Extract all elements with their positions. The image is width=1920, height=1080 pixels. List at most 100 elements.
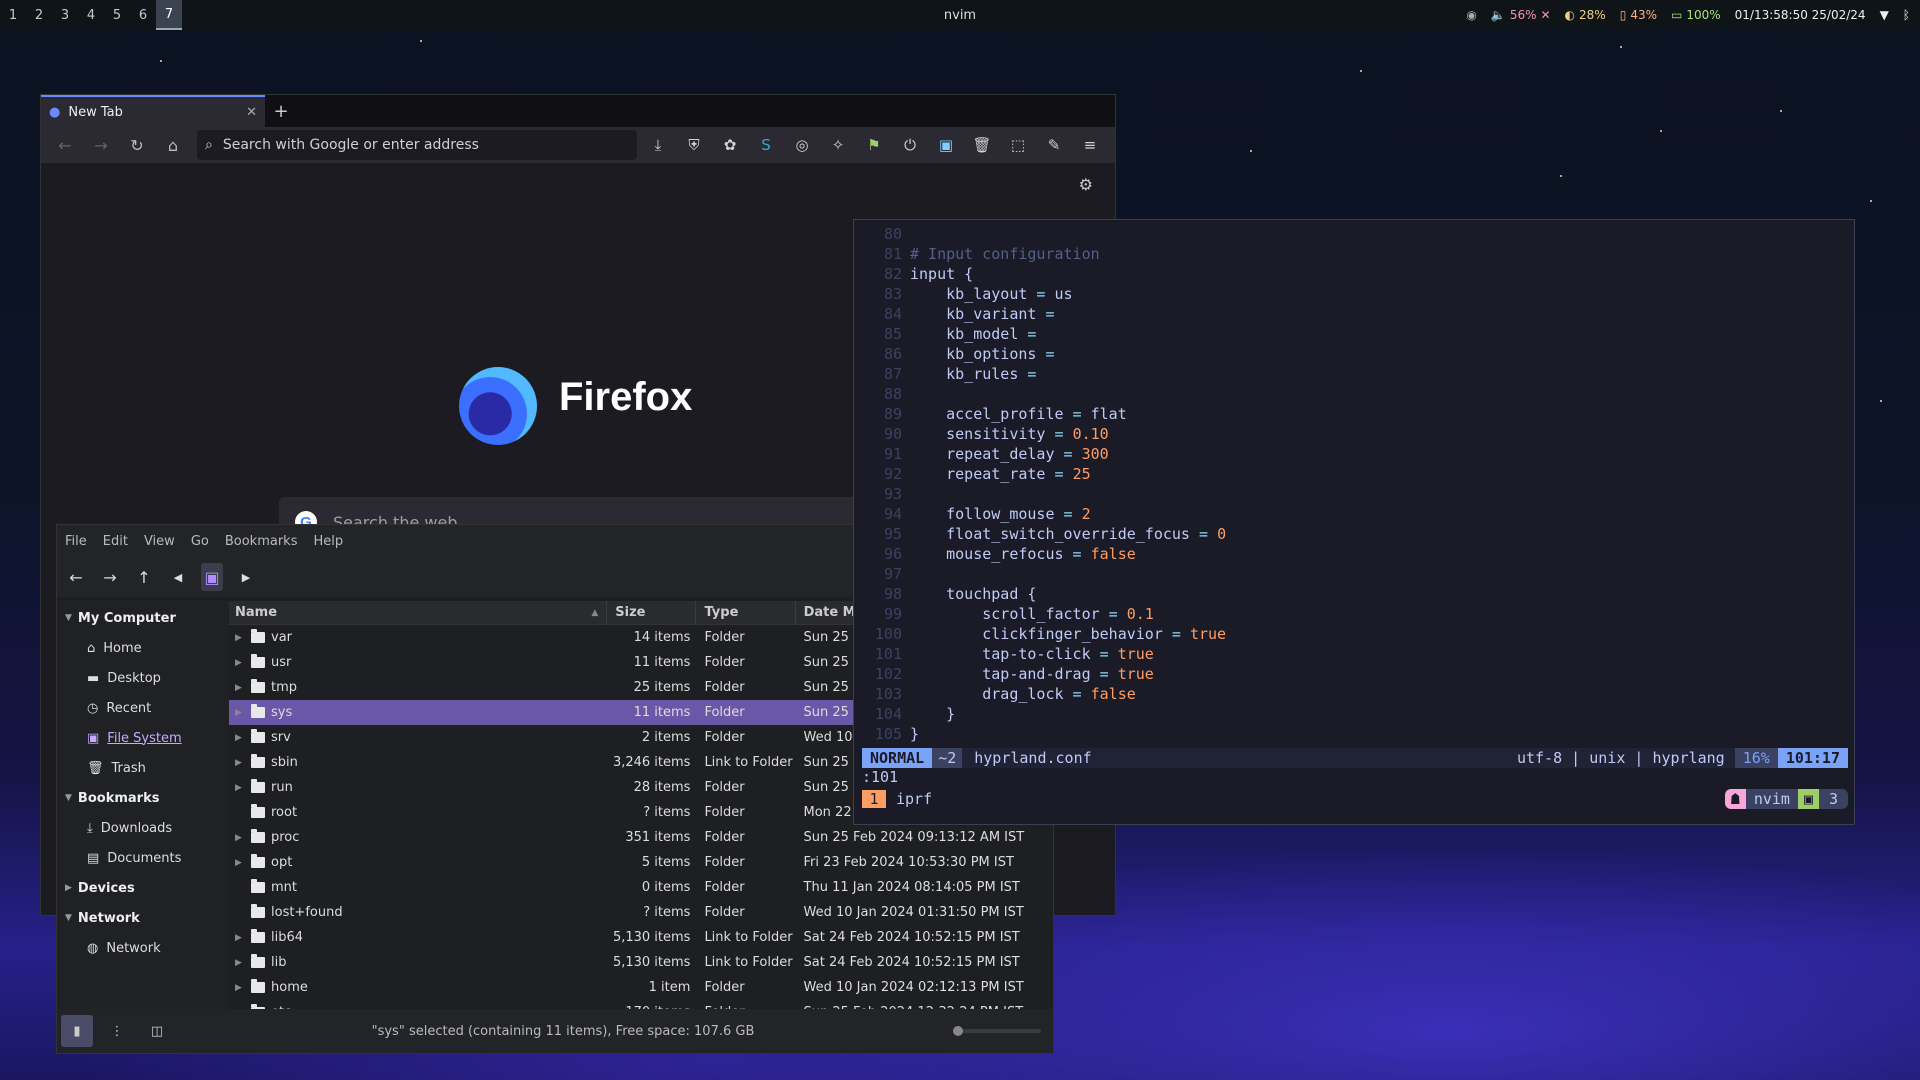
code-line[interactable]: 82 input { bbox=[854, 264, 973, 284]
table-row[interactable]: ▶ proc 351 items Folder Sun 25 Feb 2024 09:1… bbox=[229, 825, 1053, 850]
terminal-nvim-window[interactable]: 80 81 # Input configuration 82 input {83 kb_… bbox=[853, 219, 1855, 825]
menu-go[interactable]: Go bbox=[191, 534, 209, 549]
code-line[interactable]: 96 mouse_refocus = false bbox=[854, 544, 1136, 564]
sidebar-item-file-system[interactable]: ▣ File System bbox=[57, 723, 229, 753]
menu-icon[interactable]: ≡ bbox=[1073, 130, 1107, 160]
expand-arrow-icon[interactable]: ▶ bbox=[235, 708, 245, 718]
close-icon[interactable]: ✕ bbox=[246, 105, 257, 120]
code-line[interactable]: 84 kb_variant = bbox=[854, 304, 1055, 324]
expand-arrow-icon[interactable]: ▶ bbox=[235, 933, 245, 943]
sidebar-item-desktop[interactable]: ▬ Desktop bbox=[57, 663, 229, 693]
menu-help[interactable]: Help bbox=[313, 534, 343, 549]
up-button[interactable]: ↑ bbox=[133, 563, 155, 591]
code-line[interactable]: 88 bbox=[854, 384, 910, 404]
table-row[interactable]: ▶etc170 itemsFolderSun 25 Feb 2024 12:32… bbox=[229, 1000, 1053, 1009]
prev-crumb-button[interactable]: ◀ bbox=[167, 563, 189, 591]
code-line[interactable]: 81 # Input configuration bbox=[854, 244, 1100, 264]
code-line[interactable]: 89 accel_profile = flat bbox=[854, 404, 1127, 424]
puzzle-ext-icon[interactable]: ✧ bbox=[821, 130, 855, 160]
sidebar-section-network[interactable]: ▼ Network bbox=[57, 903, 229, 933]
next-crumb-button[interactable]: ▶ bbox=[235, 563, 257, 591]
code-line[interactable]: 95 float_switch_override_focus = 0 bbox=[854, 524, 1226, 544]
filesystem-crumb[interactable]: ▣ bbox=[201, 563, 223, 591]
expand-arrow-icon[interactable]: ▶ bbox=[235, 833, 245, 843]
code-line[interactable]: 104 } bbox=[854, 704, 955, 724]
workspace-4[interactable]: 4 bbox=[78, 0, 104, 30]
incognito-icon[interactable]: ◎ bbox=[785, 130, 819, 160]
home-button[interactable]: ⌂ bbox=[157, 130, 189, 160]
column-name[interactable]: Name ▲ bbox=[229, 601, 608, 625]
code-line[interactable]: 80 bbox=[854, 224, 910, 244]
code-line[interactable]: 103 drag_lock = false bbox=[854, 684, 1136, 704]
table-row[interactable]: ▶ lib 5,130 items Link to Folder Sat 24 Feb … bbox=[229, 950, 1053, 975]
table-row[interactable]: mnt 0 items Folder Thu 11 Jan 2024 08:14:05… bbox=[229, 875, 1053, 900]
expand-arrow-icon[interactable]: ▶ bbox=[235, 733, 245, 743]
battery-indicator[interactable]: ▭ 100% bbox=[1671, 8, 1721, 22]
workspace-1[interactable]: 1 bbox=[0, 0, 26, 30]
extensions-icon[interactable]: ⬚ bbox=[1001, 130, 1035, 160]
workspace-6[interactable]: 6 bbox=[130, 0, 156, 30]
code-line[interactable]: 105} bbox=[854, 724, 919, 744]
menu-file[interactable]: File bbox=[65, 534, 87, 549]
code-line[interactable]: 91 repeat_delay = 300 bbox=[854, 444, 1109, 464]
command-line[interactable]: :101 bbox=[862, 768, 898, 786]
stylus-icon[interactable]: S bbox=[749, 130, 783, 160]
zoom-slider[interactable] bbox=[953, 1026, 1041, 1036]
code-line[interactable]: 97 bbox=[854, 564, 910, 584]
code-line[interactable]: 92 repeat_rate = 25 bbox=[854, 464, 1091, 484]
code-line[interactable]: 98 touchpad { bbox=[854, 584, 1037, 604]
sidebar-toggle-button[interactable]: ◫ bbox=[141, 1015, 173, 1047]
code-line[interactable]: 90 sensitivity = 0.10 bbox=[854, 424, 1109, 444]
save-icon[interactable]: ▣ bbox=[929, 130, 963, 160]
forward-button[interactable]: → bbox=[99, 563, 121, 591]
forward-button[interactable]: → bbox=[85, 130, 117, 160]
tree-toggle-button[interactable]: ⋮ bbox=[101, 1015, 133, 1047]
code-line[interactable]: 101 tap-to-click = true bbox=[854, 644, 1154, 664]
back-button[interactable]: ← bbox=[49, 130, 81, 160]
gear-icon[interactable]: ⚙ bbox=[1079, 175, 1093, 194]
tab-new-tab[interactable]: ● New Tab ✕ bbox=[41, 95, 265, 127]
hidden-icon[interactable]: ◉ bbox=[1466, 8, 1476, 22]
ublock-icon[interactable]: ⛨ bbox=[677, 130, 711, 160]
sidebar-section-bookmarks[interactable]: ▼ Bookmarks bbox=[57, 783, 229, 813]
back-button[interactable]: ← bbox=[65, 563, 87, 591]
code-line[interactable]: 100 clickfinger_behavior = true bbox=[854, 624, 1226, 644]
menu-edit[interactable]: Edit bbox=[103, 534, 128, 549]
workspace-7[interactable]: 7 bbox=[156, 0, 182, 30]
download-icon[interactable]: ⤓ bbox=[641, 130, 675, 160]
new-tab-button[interactable]: + bbox=[265, 101, 297, 122]
sidebar-item-recent[interactable]: ◷ Recent bbox=[57, 693, 229, 723]
column-size[interactable]: Size bbox=[607, 601, 697, 625]
code-line[interactable]: 93 bbox=[854, 484, 910, 504]
table-row[interactable]: ▶ home 1 item Folder Wed 10 Jan 2024 02:12:1… bbox=[229, 975, 1053, 1000]
code-line[interactable]: 102 tap-and-drag = true bbox=[854, 664, 1154, 684]
places-toggle-button[interactable]: ▮ bbox=[61, 1015, 93, 1047]
url-bar[interactable]: ⌕ Search with Google or enter address bbox=[197, 130, 637, 160]
code-line[interactable]: 94 follow_mouse = 2 bbox=[854, 504, 1091, 524]
table-row[interactable]: ▶ opt 5 items Folder Fri 23 Feb 2024 10:53:3… bbox=[229, 850, 1053, 875]
workspace-3[interactable]: 3 bbox=[52, 0, 78, 30]
power-icon[interactable]: ⏻ bbox=[893, 130, 927, 160]
expand-arrow-icon[interactable]: ▶ bbox=[235, 958, 245, 968]
sidebar-section-my-computer[interactable]: ▼ My Computer bbox=[57, 603, 229, 633]
expand-arrow-icon[interactable]: ▶ bbox=[235, 658, 245, 668]
reload-button[interactable]: ↻ bbox=[121, 130, 153, 160]
column-type[interactable]: Type bbox=[696, 601, 796, 625]
sidebar-item-downloads[interactable]: ⤓ Downloads bbox=[57, 813, 229, 843]
expand-arrow-icon[interactable]: ▶ bbox=[235, 758, 245, 768]
code-line[interactable]: 83 kb_layout = us bbox=[854, 284, 1073, 304]
expand-arrow-icon[interactable]: ▶ bbox=[235, 983, 245, 993]
tmux-window-index[interactable]: 1 bbox=[862, 790, 886, 808]
table-row[interactable]: lost+found ? items Folder Wed 10 Jan 2024 0… bbox=[229, 900, 1053, 925]
code-line[interactable]: 87 kb_rules = bbox=[854, 364, 1037, 384]
flag-icon[interactable]: ⚑ bbox=[857, 130, 891, 160]
menu-bookmarks[interactable]: Bookmarks bbox=[225, 534, 298, 549]
expand-arrow-icon[interactable]: ▶ bbox=[235, 683, 245, 693]
sidebar-item-documents[interactable]: ▤ Documents bbox=[57, 843, 229, 873]
expand-arrow-icon[interactable]: ▶ bbox=[235, 633, 245, 643]
code-line[interactable]: 99 scroll_factor = 0.1 bbox=[854, 604, 1154, 624]
trash-ext-icon[interactable]: 🗑 bbox=[965, 130, 999, 160]
expand-arrow-icon[interactable]: ▶ bbox=[235, 783, 245, 793]
expand-arrow-icon[interactable]: ▶ bbox=[235, 858, 245, 868]
table-row[interactable]: ▶ lib64 5,130 items Link to Folder Sat 24 Fe… bbox=[229, 925, 1053, 950]
